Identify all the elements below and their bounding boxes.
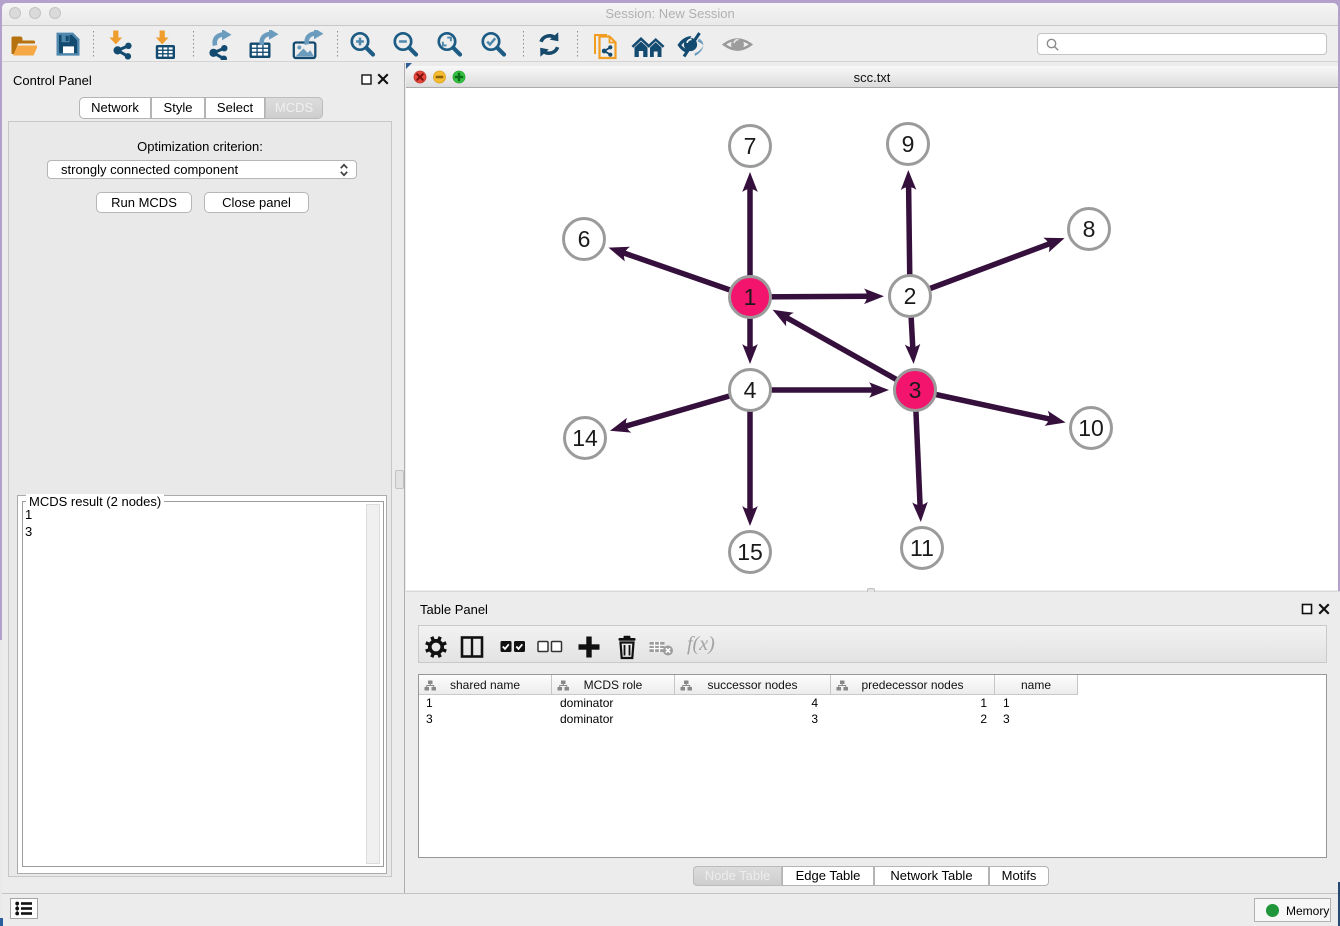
svg-text:9: 9 xyxy=(902,131,915,157)
svg-text:2: 2 xyxy=(904,283,917,309)
svg-text:7: 7 xyxy=(744,133,757,159)
svg-text:4: 4 xyxy=(744,377,757,403)
svg-text:15: 15 xyxy=(737,539,763,565)
svg-text:14: 14 xyxy=(572,425,598,451)
svg-text:10: 10 xyxy=(1078,415,1104,441)
svg-text:6: 6 xyxy=(578,226,591,252)
svg-text:11: 11 xyxy=(910,535,934,561)
svg-text:1: 1 xyxy=(744,284,757,310)
svg-text:8: 8 xyxy=(1083,216,1096,242)
svg-text:3: 3 xyxy=(909,377,922,403)
